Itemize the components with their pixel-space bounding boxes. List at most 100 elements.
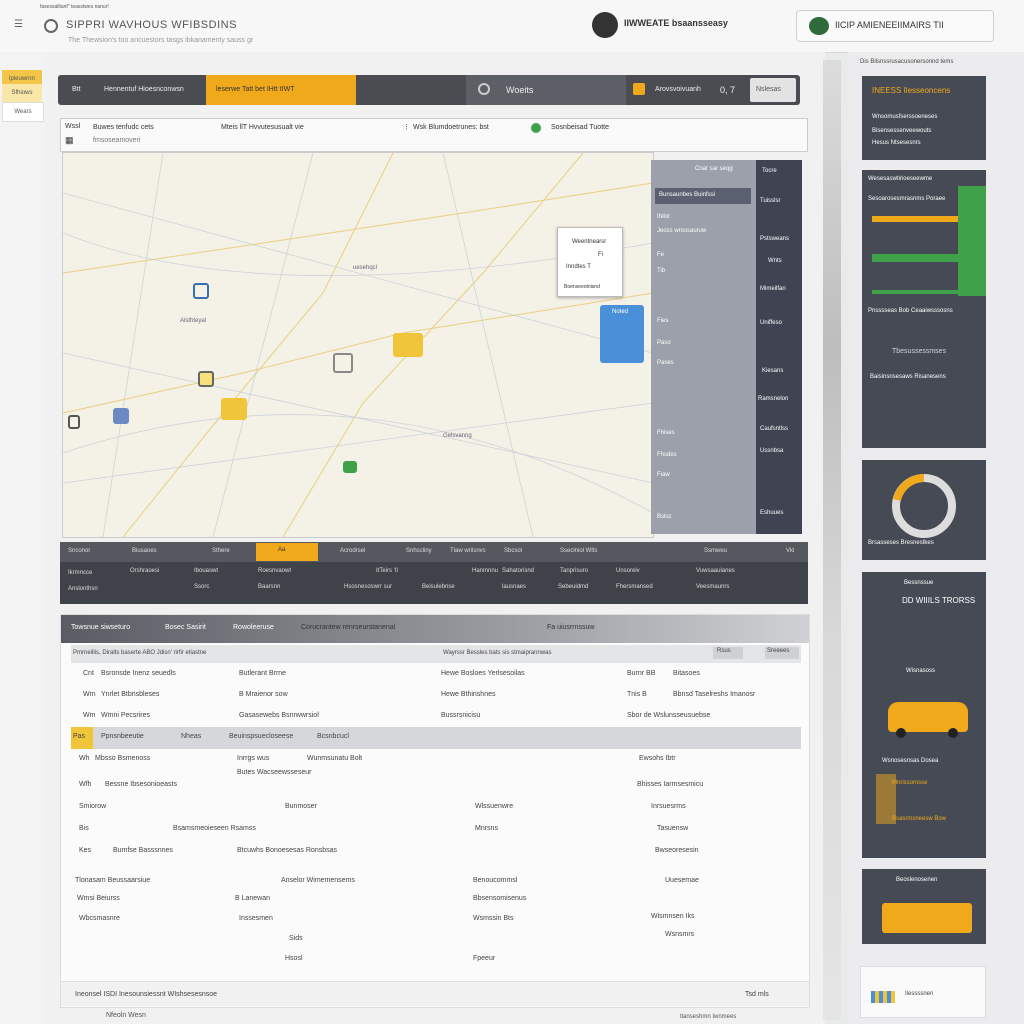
table-head-label[interactable]: Bosec Sasirit [165, 624, 206, 631]
widget-card-3[interactable]: Brsasseses Bresnestkes [862, 460, 986, 560]
widget-2-title: Wesesaswtirioeseewme [868, 176, 933, 182]
widget-4-foot: Bsasrmsneesw Bow [892, 816, 947, 822]
map-marker-icon[interactable] [333, 353, 353, 373]
grid-cell: Sebeuidmd [558, 584, 589, 590]
slide-right-item[interactable]: Pstsweans [760, 236, 789, 242]
callout-line-1: Fi [598, 252, 603, 258]
slide-item[interactable]: Fies [657, 318, 668, 324]
section-tab[interactable]: Beuinspsuecloseese [229, 733, 293, 740]
widget-4-sub: Wisnasoss [906, 668, 936, 674]
badge-icon [633, 83, 645, 95]
slide-right-item[interactable]: Ramsnelon [758, 396, 788, 402]
map-pin-card[interactable]: Noted [600, 305, 644, 363]
chip[interactable]: Rsus [713, 647, 743, 659]
slide-item[interactable]: Paso [657, 340, 671, 346]
chip-label: Rsus [717, 648, 731, 654]
slide-item[interactable]: Fiaw [657, 472, 670, 478]
widget-card-4[interactable]: Bessnssue DD WIIILS TRORSS Wisnasoss Wsn… [862, 572, 986, 858]
table-footer-left: Ineonsel ISDI Inesounsiessnt WIshsesesns… [75, 991, 218, 998]
widget-card-1[interactable]: INEESS Ilesseoncens Wnsomusfserssoeneses… [862, 76, 986, 160]
section-tab[interactable]: Ppnsnbeeutie [101, 733, 144, 740]
filter-4[interactable]: Sosnbeisad Tuotte [551, 124, 609, 131]
grid-head-cell[interactable]: Acrodrsel [340, 548, 365, 554]
section-tab[interactable]: Nheas [181, 733, 201, 740]
left-tab-2[interactable]: Wears [2, 102, 44, 122]
map-marker-icon[interactable] [68, 415, 80, 429]
pin-label: Noted [612, 309, 629, 315]
table-head-label[interactable]: Corucrantew renrseurstanenal [301, 624, 395, 631]
slide-right-item[interactable]: Wnts [768, 258, 782, 264]
calendar-icon[interactable]: ▦ [65, 135, 74, 146]
grid-head-cell[interactable]: Sseclniol Wlts [560, 548, 597, 554]
grid-head-cell[interactable]: Tlaw wrilsnvs [450, 548, 486, 554]
grid-active-cell[interactable]: Aa [256, 543, 318, 561]
slide-right-item[interactable]: Mimeilfan [760, 286, 786, 292]
grid-head-cell[interactable]: Sthere [212, 548, 230, 554]
grid-head-cell[interactable]: Ssmweu [704, 548, 727, 554]
grid-head-cell[interactable]: Vkl [786, 548, 794, 554]
grid-cell: Baarsnn [258, 584, 281, 590]
slide-item[interactable]: Pases [657, 360, 674, 366]
widget-card-6[interactable]: Ilessssnen [860, 966, 986, 1018]
data-table: Towsnue siwseturo Bosec Sasirit Rowoleer… [60, 614, 810, 1008]
filter-1[interactable]: Buwes tenfudc cets [93, 124, 154, 131]
slide-right-item[interactable]: Tocre [762, 168, 777, 174]
section-tab-active[interactable]: Pas [71, 727, 93, 749]
chip[interactable]: Sreeees [765, 647, 799, 659]
slide-right-item[interactable]: Kiesans [762, 368, 783, 374]
grid-active-label: Aa [278, 547, 286, 553]
filter-1b: fmsoseamoveri [93, 137, 141, 144]
map-marker-icon[interactable] [343, 461, 357, 473]
slide-right-item[interactable]: Eshuues [760, 510, 783, 516]
brand-b-box[interactable]: IICIP AMIENEEIIMAIRS TII [796, 10, 994, 42]
table-subhead-label: Wayrssr Bessles bats sis stmaiprannwas [443, 650, 552, 656]
map-callout[interactable]: Weentnearsr Fi Inndtes T Boenseeotnisnd [557, 227, 623, 297]
table-head-label[interactable]: Towsnue siwseturo [71, 624, 130, 631]
scrollbar[interactable] [823, 60, 841, 1020]
section-tab[interactable]: Bcsnbcucl [317, 733, 349, 740]
widget-card-5[interactable]: Beoslenosenen [862, 869, 986, 944]
map-view[interactable]: Alsthteyal uesehqcl Gelsvanng Weentnears… [62, 152, 654, 538]
map-marker-icon[interactable] [393, 333, 423, 357]
slide-right-item[interactable]: Caufsntlss [760, 426, 788, 432]
filter-2[interactable]: Mteis llT Hvvutesusualt vie [221, 124, 304, 131]
table-footer-right[interactable]: Tsd mls [745, 991, 769, 998]
brand-label[interactable]: IIWWEATE bsaansseasy [624, 18, 728, 28]
map-marker-icon[interactable] [221, 398, 247, 420]
tab-active[interactable]: leserwe Tatt bet IHtt tIWT [206, 75, 356, 105]
slide-item[interactable]: Bsloz [657, 514, 672, 520]
filter-bar: Wssl Buwes tenfudc cets fmsoseamoveri Mt… [60, 118, 808, 152]
table-cell: Ynrlet Btbnsbleses [101, 691, 160, 698]
table-head-label[interactable]: Rowoleeruse [233, 624, 274, 631]
slide-item[interactable]: Fhises [657, 430, 675, 436]
left-tab-1[interactable]: Sfhiows [2, 84, 42, 102]
table-cell: Wbcsmasnre [79, 915, 120, 922]
slide-item[interactable]: Fhsdes [657, 452, 677, 458]
place-label: uesehqcl [353, 265, 378, 271]
grid-head-cell[interactable]: Sbcsol [504, 548, 522, 554]
slide-item[interactable]: Ihilot [657, 214, 670, 220]
slide-item[interactable]: Jeoss wrossauruw [657, 228, 706, 234]
slide-item[interactable]: Fe [657, 252, 664, 258]
widget-card-2[interactable]: Wesesaswtirioeseewme Sesoarosesmrasnms P… [862, 170, 986, 448]
grid-head-cell[interactable]: Biusaoes [132, 548, 157, 554]
widget-1-title: INEESS Ilesseoncens [872, 86, 951, 95]
slide-search[interactable]: Bunsaunbes Buinfssi [655, 188, 751, 204]
map-marker-icon[interactable] [193, 283, 209, 299]
grid-head-cell[interactable]: Snconor [68, 548, 90, 554]
menu-icon[interactable]: ☰ [14, 19, 23, 30]
search-box[interactable]: Woeits [466, 75, 626, 105]
slide-right-item[interactable]: Tuisslsr [760, 198, 780, 204]
grid-head-cell[interactable]: Snhscliny [406, 548, 432, 554]
grid-cell: Ikrmncce [68, 570, 93, 576]
breadcrumb: fasessalltanf" teasstwes nanur! [40, 4, 109, 10]
count-label: Arovsvoivuanh [655, 86, 701, 93]
filter-3[interactable]: Wsk Blumdoetrunes: bst [413, 124, 489, 131]
slide-right-item[interactable]: Ussnbsa [760, 448, 783, 454]
table-head-right[interactable]: Fa uiusrrnssuw [547, 624, 594, 631]
toolbar-button[interactable]: Nslesas [750, 78, 796, 102]
map-marker-icon[interactable] [198, 371, 214, 387]
map-marker-icon[interactable] [113, 408, 129, 424]
slide-right-item[interactable]: Uniffeso [760, 320, 782, 326]
slide-item[interactable]: Tib [657, 268, 665, 274]
